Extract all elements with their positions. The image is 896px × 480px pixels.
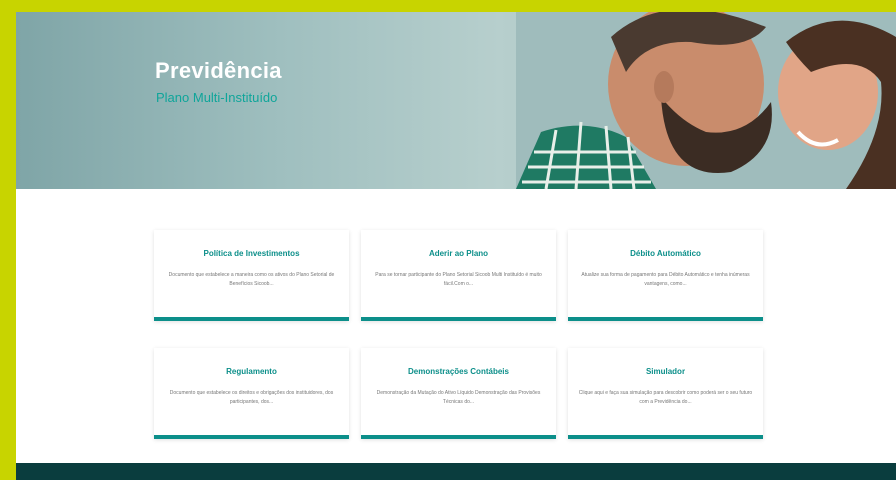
card-title: Demonstrações Contábeis (408, 367, 509, 376)
card-debito-automatico[interactable]: Débito Automático Atualize sua forma de … (568, 230, 763, 321)
card-politica-investimentos[interactable]: Política de Investimentos Documento que … (154, 230, 349, 321)
card-description: Documento que estabelece os direitos e o… (169, 390, 334, 405)
card-description: Clique aqui e faça sua simulação para de… (578, 390, 753, 405)
card-regulamento[interactable]: Regulamento Documento que estabelece os … (154, 348, 349, 439)
footer-bar (16, 463, 896, 480)
card-title: Aderir ao Plano (428, 249, 489, 258)
card-title: Simulador (645, 367, 686, 376)
card-description: Para se tornar participante do Plano Set… (375, 272, 542, 287)
card-simulador[interactable]: Simulador Clique aqui e faça sua simulaç… (568, 348, 763, 439)
card-title: Débito Automático (630, 249, 701, 258)
hero-photo (516, 12, 896, 189)
hero-subtitle: Plano Multi-Instituído (156, 90, 278, 105)
card-aderir-plano[interactable]: Aderir ao Plano Para se tornar participa… (361, 230, 556, 321)
card-description: Documento que estabelece a maneira como … (168, 272, 335, 287)
card-demonstracoes-contabeis[interactable]: Demonstrações Contábeis Demonstração da … (361, 348, 556, 439)
hero-banner: Previdência Plano Multi-Instituído (16, 12, 896, 189)
page-frame: Previdência Plano Multi-Instituído Polít… (16, 12, 896, 480)
card-description: Atualize sua forma de pagamento para Déb… (581, 272, 750, 287)
hero-title: Previdência (155, 58, 282, 83)
card-description: Demonstração da Mutação do Ativo Líquido… (376, 390, 541, 405)
card-title: Regulamento (226, 367, 277, 376)
card-title: Política de Investimentos (203, 249, 300, 258)
